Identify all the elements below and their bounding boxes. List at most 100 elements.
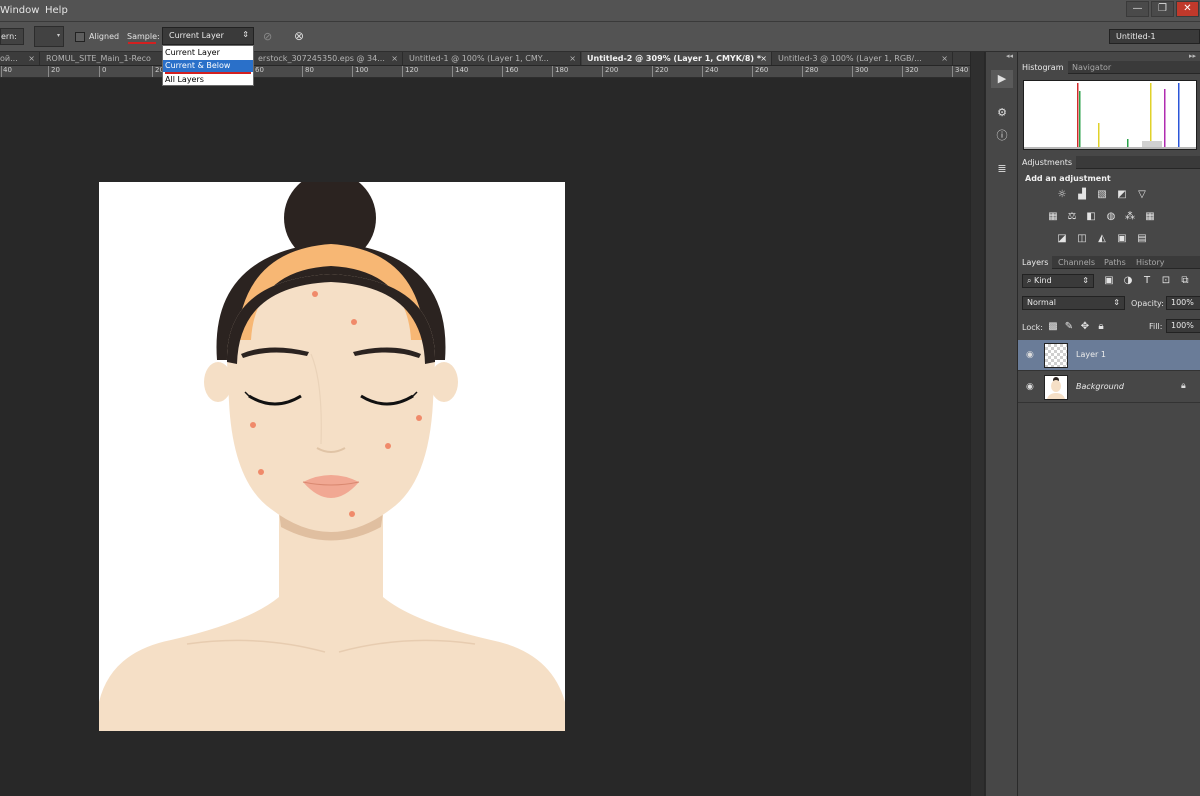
workspace-select[interactable]: Untitled-1 — [1109, 29, 1200, 44]
tab-navigator[interactable]: Navigator — [1068, 61, 1115, 74]
ignore-adjustment-layers-icon[interactable]: ⊘ — [263, 30, 272, 43]
lock-position-icon[interactable]: ✥ — [1078, 321, 1092, 333]
filter-pixel-icon[interactable]: ▣ — [1102, 275, 1116, 287]
tab-paths[interactable]: Paths — [1100, 256, 1130, 269]
opacity-input[interactable]: 100% — [1166, 296, 1200, 310]
ruler-label: 260 — [755, 66, 769, 74]
tab-untitled-1[interactable]: Untitled-1 @ 100% (Layer 1, CMY... × — [404, 52, 581, 65]
sample-option-current-below[interactable]: Current & Below — [163, 60, 253, 72]
black-white-icon[interactable]: ◧ — [1084, 211, 1098, 223]
info-icon[interactable]: ⓘ — [991, 127, 1013, 145]
layer-name[interactable]: Layer 1 — [1076, 350, 1106, 359]
close-icon[interactable]: × — [760, 52, 767, 65]
color-lookup-icon[interactable]: ▦ — [1143, 211, 1157, 223]
minimize-button[interactable]: — — [1126, 1, 1149, 17]
menu-window[interactable]: Window — [0, 5, 39, 16]
curves-icon[interactable]: ▧ — [1095, 189, 1109, 201]
lock-transparent-icon[interactable]: ▩ — [1046, 321, 1060, 333]
aligned-checkbox[interactable] — [75, 32, 85, 42]
ruler-label: 300 — [855, 66, 869, 74]
hue-saturation-icon[interactable]: ▦ — [1046, 211, 1060, 223]
close-icon[interactable]: × — [28, 52, 35, 65]
tab-adjustments[interactable]: Adjustments — [1018, 156, 1077, 169]
opacity-label: Opacity: — [1131, 299, 1164, 308]
filter-shape-icon[interactable]: ⊡ — [1159, 275, 1173, 287]
sample-option-all-layers[interactable]: All Layers — [163, 74, 253, 86]
pattern-label-box: ern: — [0, 28, 24, 45]
exposure-icon[interactable]: ◩ — [1115, 189, 1129, 201]
pattern-picker[interactable]: ▾ — [34, 26, 64, 47]
face-thumbnail-icon — [1047, 377, 1065, 399]
tab-doc-1[interactable]: ой... × — [0, 52, 40, 65]
blend-mode-value: Normal — [1027, 298, 1056, 307]
pressure-brush-icon[interactable]: ⊗ — [294, 29, 304, 43]
menu-help[interactable]: Help — [45, 5, 68, 16]
canvas-vertical-scrollbar[interactable] — [970, 52, 984, 796]
right-panels: ▸▸ Histogram Navigator Adjustments Add a… — [1017, 52, 1200, 796]
lock-pixels-icon[interactable]: ✎ — [1062, 321, 1076, 333]
adjustments-panel-tabs: Adjustments — [1018, 156, 1200, 169]
document-canvas[interactable] — [99, 182, 565, 731]
panel-icon-strip: ◂◂ ▶ ⚙ ⓘ ≣ — [985, 52, 1017, 796]
tab-untitled-3[interactable]: Untitled-3 @ 100% (Layer 1, RGB/... × — [773, 52, 953, 65]
threshold-icon[interactable]: ◭ — [1095, 233, 1109, 245]
sample-select-value: Current Layer — [169, 31, 224, 40]
collapse-panels-icon[interactable]: ▸▸ — [1189, 52, 1196, 60]
ruler-label: 100 — [355, 66, 369, 74]
layer-name[interactable]: Background — [1076, 382, 1124, 391]
histogram-graph — [1023, 80, 1197, 150]
properties-icon[interactable]: ⚙ — [991, 104, 1013, 122]
eye-icon[interactable]: ◉ — [1026, 382, 1034, 392]
selective-color-icon[interactable]: ▣ — [1115, 233, 1129, 245]
layer-kind-filter[interactable]: ⌕ Kind ⇕ — [1022, 274, 1094, 288]
filter-smart-object-icon[interactable]: ⧉ — [1178, 275, 1192, 287]
gradient-map-icon[interactable]: ▤ — [1135, 233, 1149, 245]
ruler-label: 140 — [455, 66, 469, 74]
tab-layers[interactable]: Layers — [1018, 256, 1053, 269]
brightness-icon[interactable]: ☼ — [1055, 189, 1069, 201]
tab-histogram[interactable]: Histogram — [1018, 61, 1068, 74]
vibrance-icon[interactable]: ▽ — [1135, 189, 1149, 201]
tab-shutterstock[interactable]: erstock_307245350.eps @ 34... × — [253, 52, 403, 65]
fill-input[interactable]: 100% — [1166, 319, 1200, 333]
close-window-button[interactable]: ✕ — [1176, 1, 1199, 17]
collapse-arrows-icon[interactable]: ◂◂ — [1006, 52, 1013, 60]
blend-mode-select[interactable]: Normal ⇕ — [1022, 296, 1125, 310]
restore-button[interactable]: ❐ — [1151, 1, 1174, 17]
filter-adjustment-icon[interactable]: ◑ — [1121, 275, 1135, 287]
ruler-label: 120 — [405, 66, 419, 74]
tab-label: erstock_307245350.eps @ 34... — [258, 54, 385, 63]
filter-type-icon[interactable]: T — [1140, 275, 1154, 287]
layer-row-layer-1[interactable]: ◉ Layer 1 — [1018, 340, 1200, 371]
sample-select[interactable]: Current Layer ⇕ — [162, 27, 254, 45]
histogram-panel-tabs: Histogram Navigator — [1018, 61, 1200, 74]
pattern-label: ern: — [1, 32, 17, 41]
color-balance-icon[interactable]: ⚖ — [1065, 211, 1079, 223]
tab-channels[interactable]: Channels — [1054, 256, 1099, 269]
layer-thumbnail-face — [1044, 375, 1068, 400]
clone-source-icon[interactable]: ≣ — [991, 160, 1013, 178]
aligned-label: Aligned — [89, 32, 120, 41]
posterize-icon[interactable]: ◫ — [1075, 233, 1089, 245]
tab-history[interactable]: History — [1132, 256, 1168, 269]
eye-icon[interactable]: ◉ — [1026, 350, 1034, 360]
channel-mixer-icon[interactable]: ⁂ — [1123, 211, 1137, 223]
chevron-down-icon: ▾ — [56, 32, 60, 39]
tab-romul-site[interactable]: ROMUL_SITE_Main_1-Reco — [41, 52, 167, 65]
opacity-value: 100% — [1171, 298, 1194, 307]
invert-icon[interactable]: ◪ — [1055, 233, 1069, 245]
play-action-icon[interactable]: ▶ — [991, 70, 1013, 88]
lock-all-icon[interactable]: 🔒︎ — [1094, 321, 1108, 333]
lock-label: Lock: — [1022, 323, 1043, 332]
layer-row-background[interactable]: ◉ Background 🔒︎ — [1018, 372, 1200, 403]
menu-bar: Window Help — ❐ ✕ — [0, 0, 1200, 22]
ruler-label: 240 — [705, 66, 719, 74]
sample-option-current-layer[interactable]: Current Layer — [163, 47, 253, 59]
photo-filter-icon[interactable]: ◍ — [1104, 211, 1118, 223]
ruler-label: 0 — [102, 66, 107, 74]
close-icon[interactable]: × — [391, 52, 398, 65]
close-icon[interactable]: × — [569, 52, 576, 65]
tab-untitled-2[interactable]: Untitled-2 @ 309% (Layer 1, CMYK/8) * × — [582, 52, 772, 65]
close-icon[interactable]: × — [941, 52, 948, 65]
levels-icon[interactable]: ▟ — [1075, 189, 1089, 201]
